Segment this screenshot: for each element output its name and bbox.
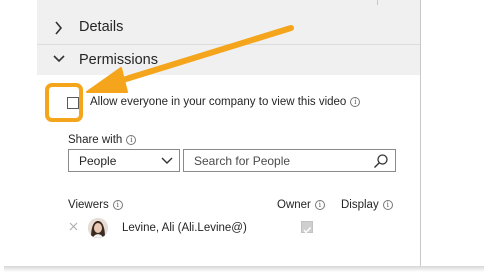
screenshot-frame: Details Permissions Allow everyone in yo… [0, 0, 489, 278]
annotation-arrow-icon [86, 25, 294, 93]
